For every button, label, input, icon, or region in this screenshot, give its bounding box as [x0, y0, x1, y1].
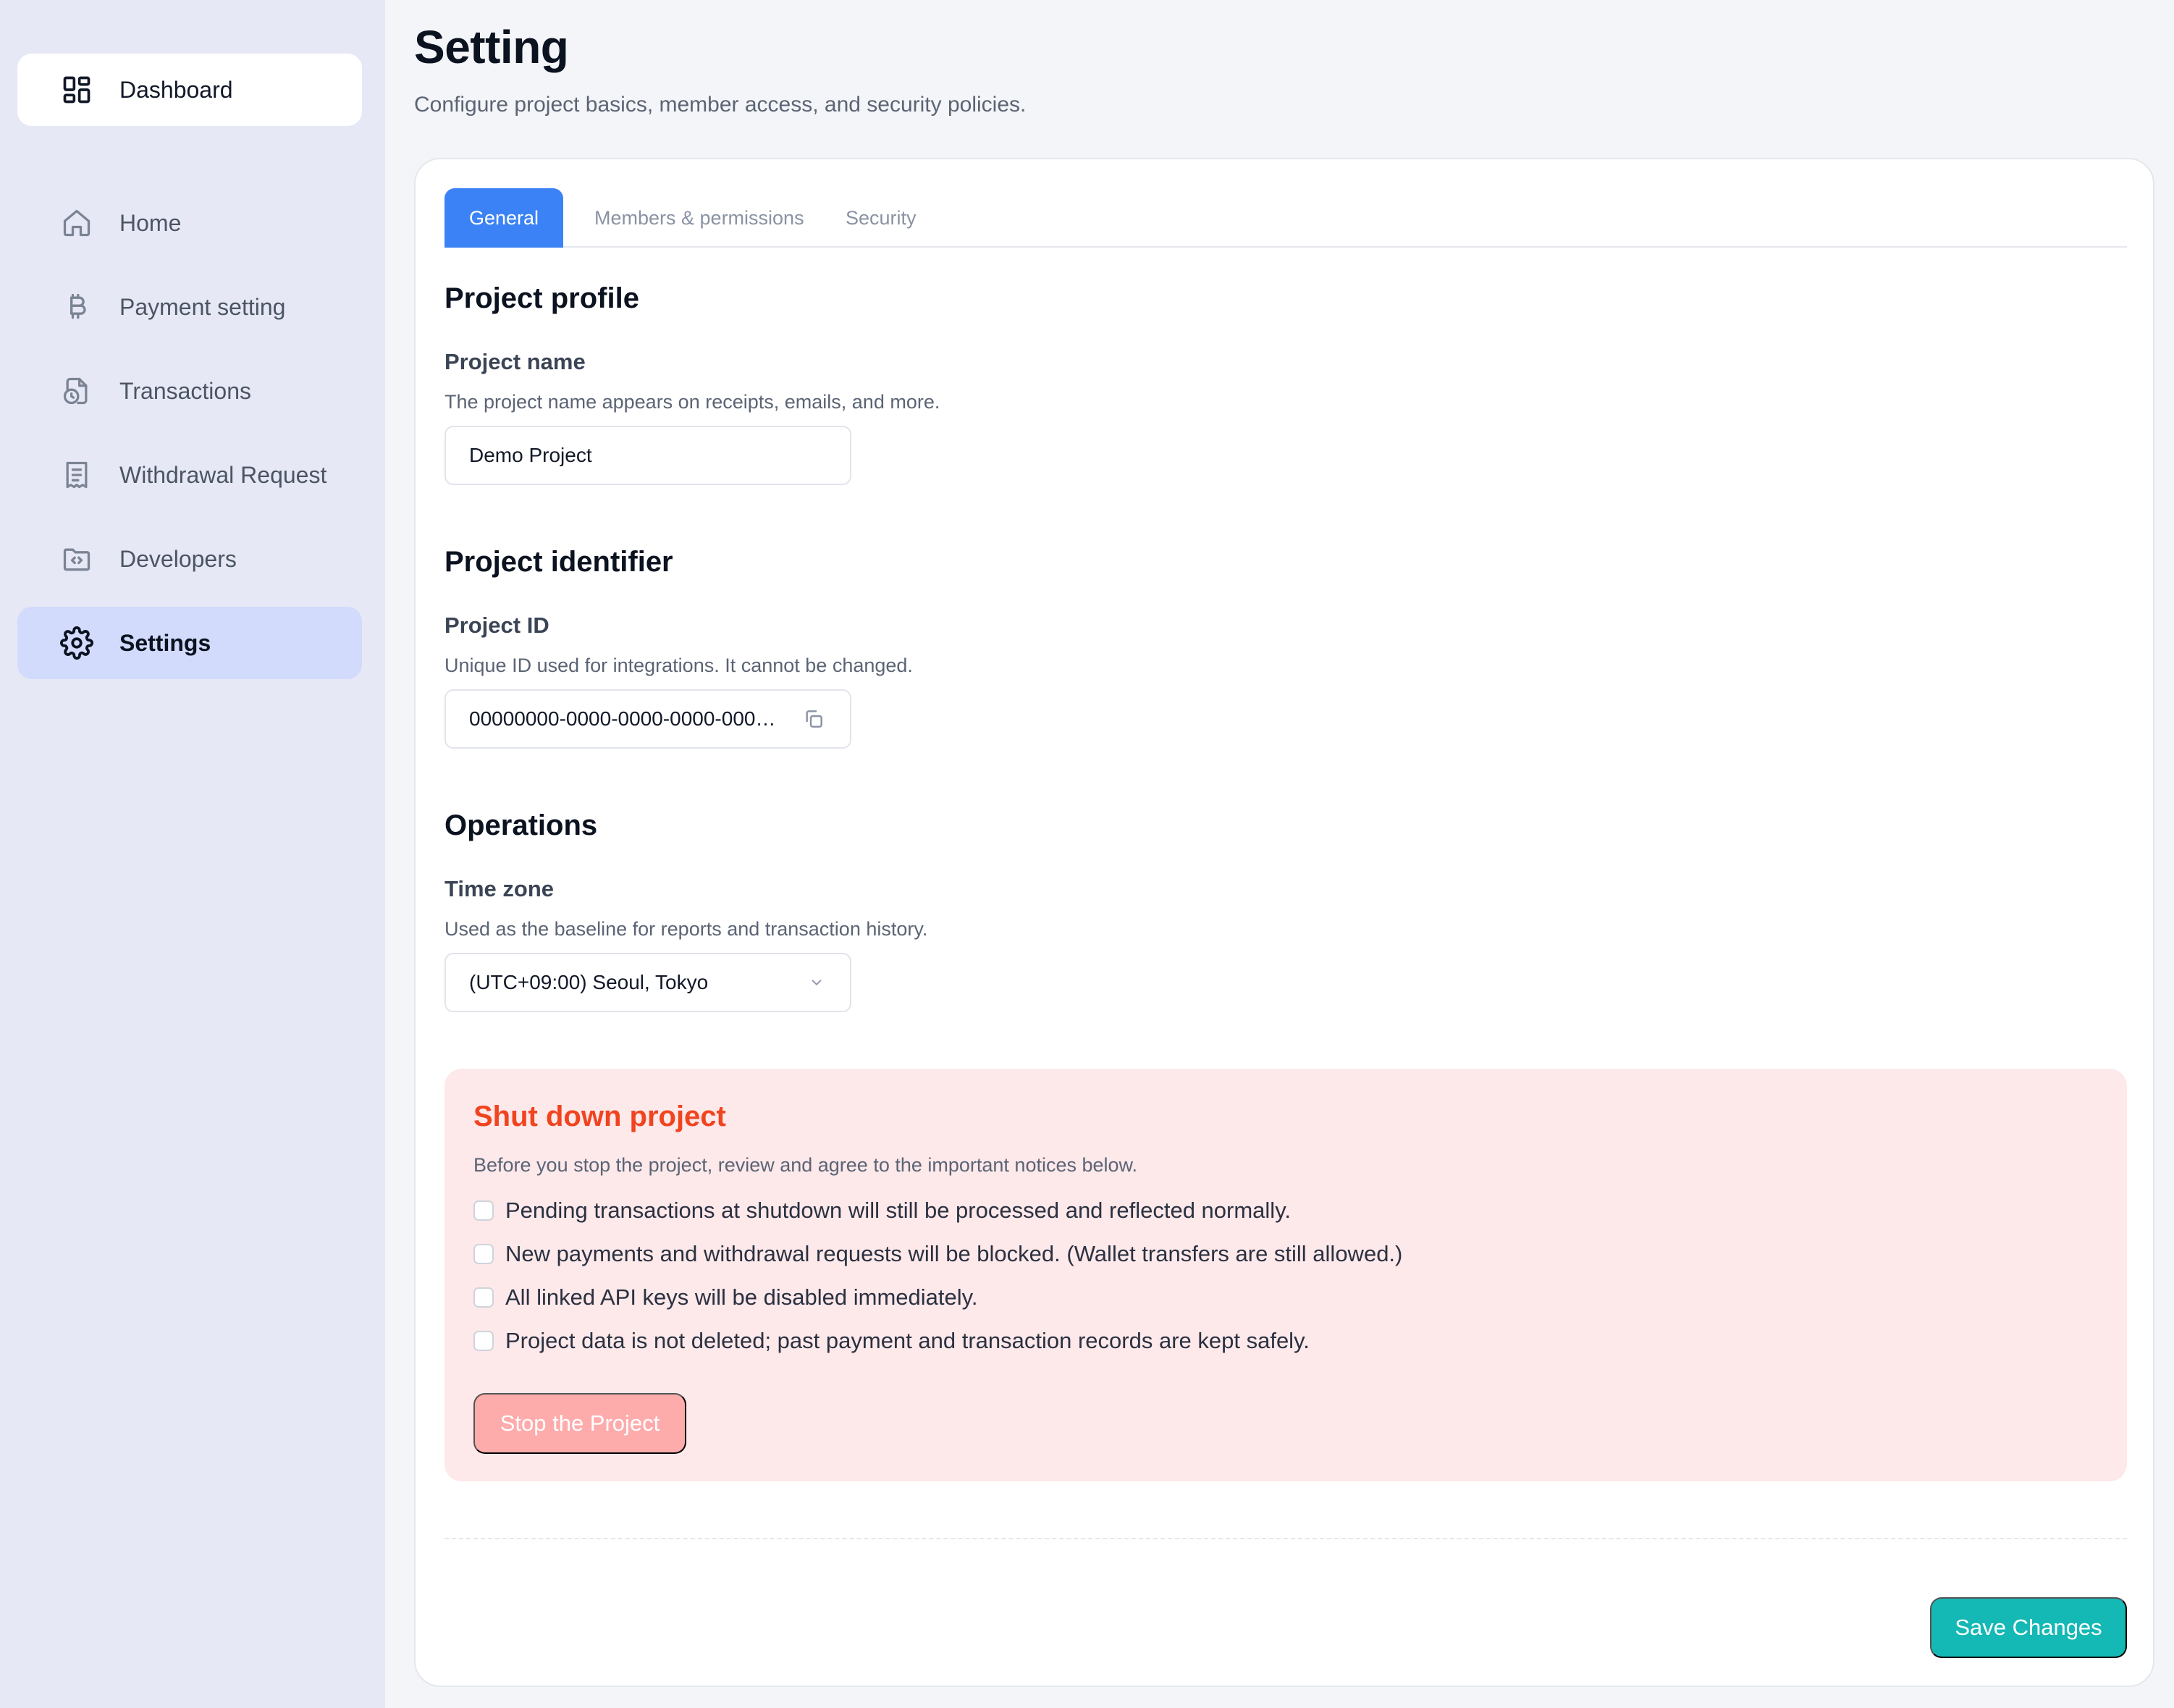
bitcoin-icon: [59, 290, 94, 324]
sidebar-item-developers[interactable]: Developers: [17, 523, 362, 595]
section-operations: Operations: [445, 809, 598, 841]
shutdown-check-new-payments[interactable]: New payments and withdrawal requests wil…: [473, 1240, 1402, 1269]
checkbox-label: Pending transactions at shutdown will st…: [505, 1198, 1291, 1223]
project-id-value: 00000000-0000-0000-0000-000…: [469, 707, 776, 730]
page-title: Setting: [414, 21, 569, 73]
checkbox[interactable]: [473, 1287, 494, 1308]
sidebar: Dashboard Home Payment setting Transacti…: [0, 0, 385, 1708]
shutdown-check-data-kept[interactable]: Project data is not deleted; past paymen…: [473, 1326, 1310, 1355]
project-id-help: Unique ID used for integrations. It cann…: [445, 655, 913, 676]
sidebar-item-withdrawal-request[interactable]: Withdrawal Request: [17, 439, 362, 511]
section-project-profile: Project profile: [445, 282, 639, 314]
sidebar-dashboard-label: Dashboard: [119, 76, 233, 103]
time-zone-help: Used as the baseline for reports and tra…: [445, 918, 928, 940]
chevron-down-icon: [806, 972, 827, 993]
checkbox[interactable]: [473, 1331, 494, 1351]
shutdown-panel: Shut down project Before you stop the pr…: [445, 1069, 2127, 1481]
project-name-input[interactable]: Demo Project: [445, 426, 851, 485]
checkbox[interactable]: [473, 1244, 494, 1264]
save-changes-button[interactable]: Save Changes: [1930, 1597, 2127, 1658]
sidebar-item-label: Withdrawal Request: [119, 461, 327, 488]
document-clock-icon: [59, 374, 94, 408]
sidebar-item-label: Developers: [119, 545, 237, 572]
project-id-field: 00000000-0000-0000-0000-000…: [445, 689, 851, 749]
sidebar-item-label: Payment setting: [119, 293, 286, 320]
project-name-label: Project name: [445, 349, 586, 374]
dashboard-grid-icon: [59, 72, 94, 107]
time-zone-select[interactable]: (UTC+09:00) Seoul, Tokyo: [445, 953, 851, 1012]
sidebar-dashboard-button[interactable]: Dashboard: [17, 54, 362, 126]
shutdown-title: Shut down project: [473, 1101, 726, 1132]
shutdown-check-pending-transactions[interactable]: Pending transactions at shutdown will st…: [473, 1196, 1291, 1225]
gear-icon: [59, 626, 94, 660]
copy-icon[interactable]: [801, 706, 827, 732]
time-zone-value: (UTC+09:00) Seoul, Tokyo: [469, 971, 709, 993]
tab-bar: General Members & permissions Security: [445, 188, 2127, 248]
divider: [445, 1538, 2127, 1539]
project-name-value: Demo Project: [469, 444, 592, 466]
checkbox-label: New payments and withdrawal requests wil…: [505, 1241, 1403, 1266]
checkbox-label: All linked API keys will be disabled imm…: [505, 1284, 978, 1310]
receipt-icon: [59, 458, 94, 492]
shutdown-description: Before you stop the project, review and …: [473, 1154, 1138, 1176]
page-subtitle: Configure project basics, member access,…: [414, 93, 1027, 117]
sidebar-item-transactions[interactable]: Transactions: [17, 355, 362, 427]
settings-card: General Members & permissions Security P…: [414, 158, 2154, 1687]
sidebar-item-settings[interactable]: Settings: [17, 607, 362, 679]
sidebar-item-label: Transactions: [119, 377, 251, 404]
sidebar-item-home[interactable]: Home: [17, 187, 362, 259]
section-project-identifier: Project identifier: [445, 546, 673, 578]
tab-general[interactable]: General: [445, 188, 564, 248]
stop-project-button[interactable]: Stop the Project: [473, 1393, 686, 1454]
sidebar-item-label: Settings: [119, 629, 211, 656]
checkbox-label: Project data is not deleted; past paymen…: [505, 1328, 1310, 1353]
shutdown-check-api-keys[interactable]: All linked API keys will be disabled imm…: [473, 1283, 977, 1312]
project-id-label: Project ID: [445, 613, 549, 638]
tab-security[interactable]: Security: [821, 188, 941, 248]
tab-members-permissions[interactable]: Members & permissions: [570, 188, 829, 248]
app: Dashboard Home Payment setting Transacti…: [0, 0, 2174, 1708]
home-icon: [59, 206, 94, 240]
code-folder-icon: [59, 542, 94, 576]
project-name-help: The project name appears on receipts, em…: [445, 391, 940, 413]
sidebar-item-label: Home: [119, 209, 182, 236]
time-zone-label: Time zone: [445, 876, 555, 901]
checkbox[interactable]: [473, 1200, 494, 1221]
sidebar-item-payment-setting[interactable]: Payment setting: [17, 271, 362, 343]
